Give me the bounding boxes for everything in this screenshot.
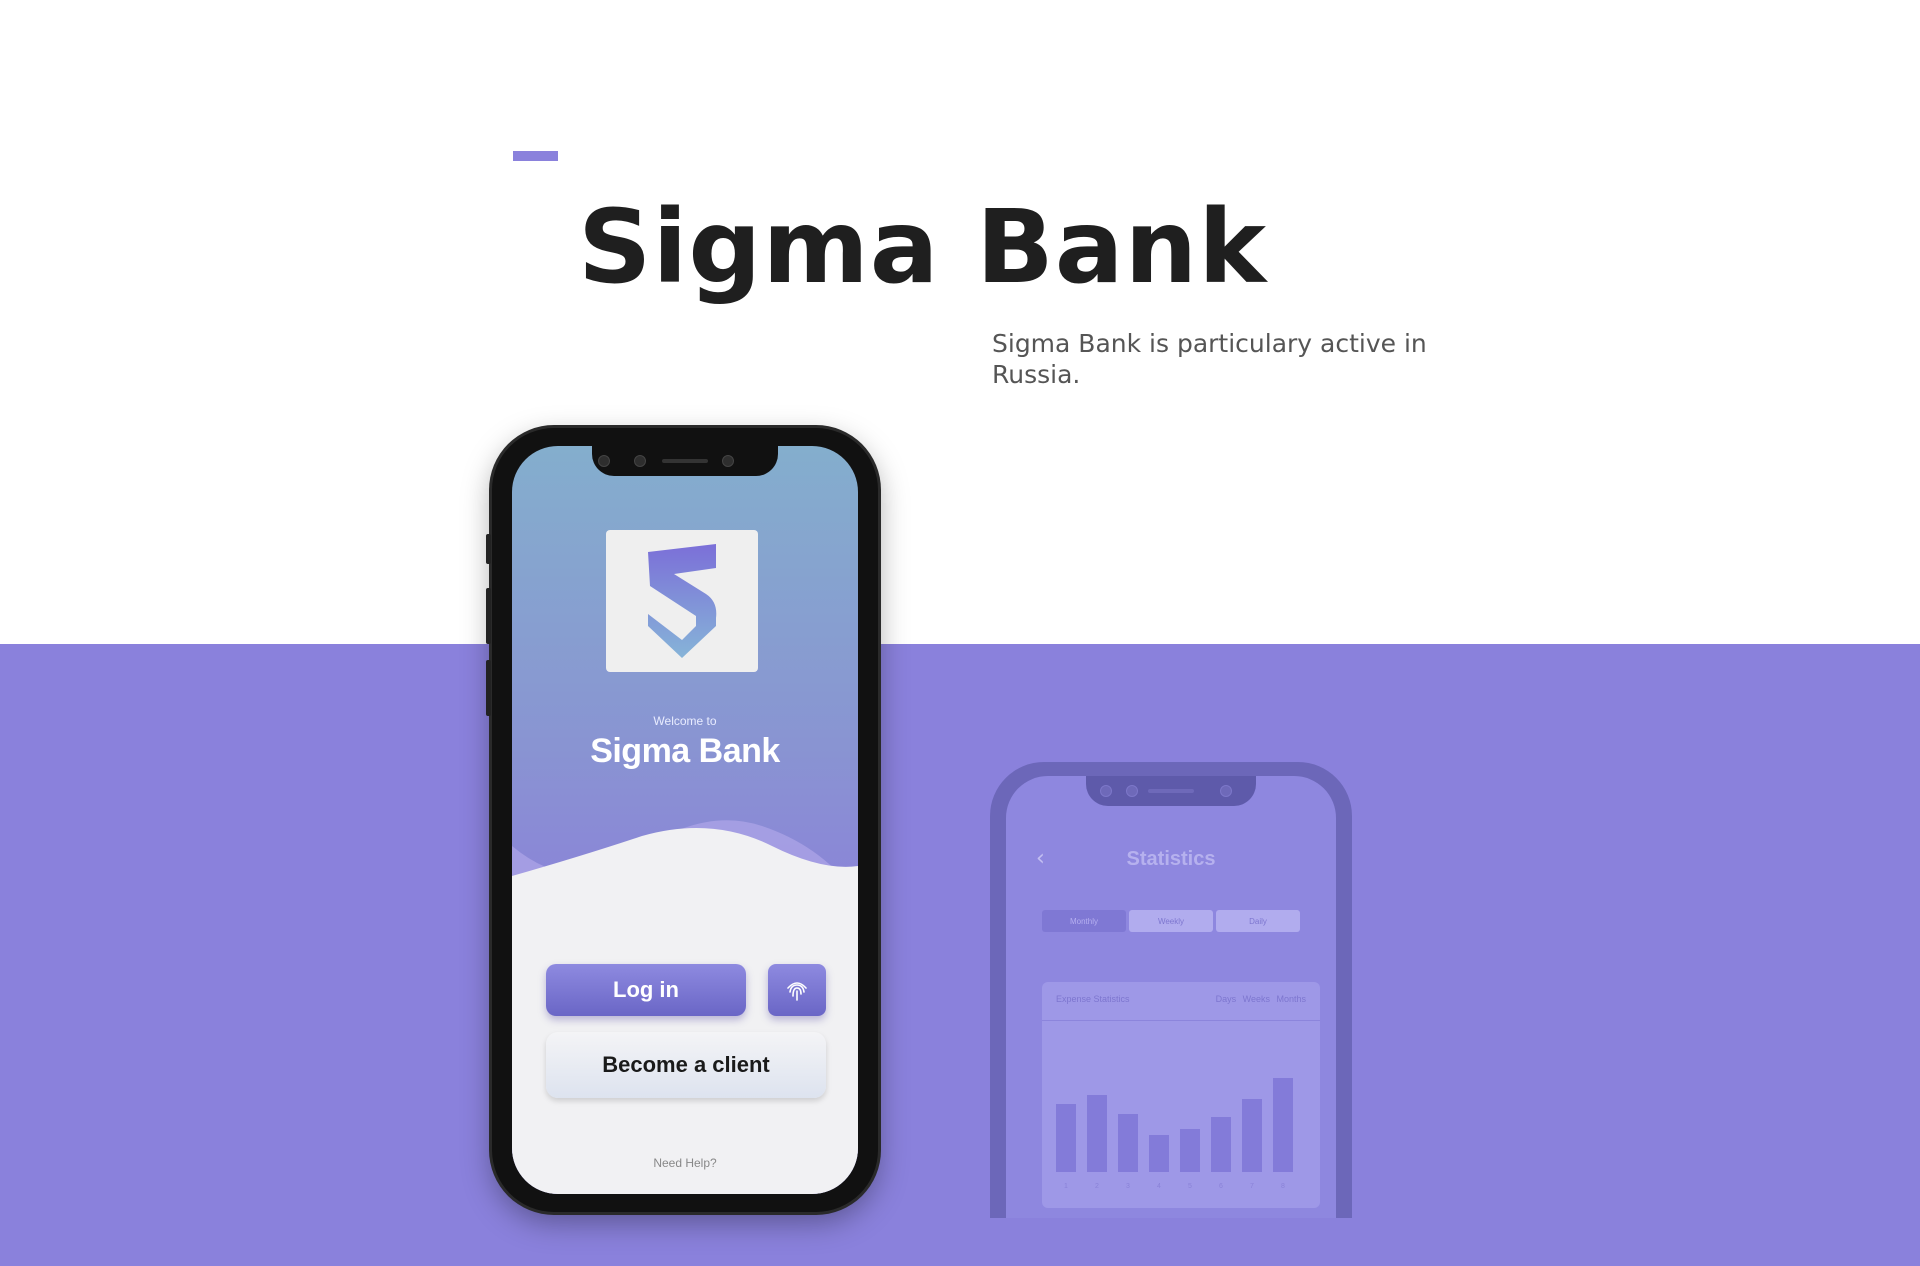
chart-tick-label: 5 (1188, 1183, 1192, 1190)
phone-side-button (486, 588, 491, 644)
expense-statistics-card: Expense Statistics Days Weeks Months 1 2 3… (1042, 982, 1320, 1208)
card-divider (1042, 1020, 1320, 1021)
become-client-button[interactable]: Become a client (546, 1032, 826, 1098)
tab-weekly[interactable]: Weekly (1129, 910, 1213, 932)
logo-tile (606, 530, 758, 672)
fingerprint-icon (787, 982, 807, 1001)
need-help-link[interactable]: Need Help? (512, 1156, 858, 1170)
login-button[interactable]: Log in (546, 964, 746, 1016)
sigma-shield-logo-icon (648, 544, 717, 658)
tab-monthly[interactable]: Monthly (1042, 910, 1126, 932)
fingerprint-button[interactable] (768, 964, 826, 1016)
card-title: Expense Statistics (1056, 994, 1130, 1004)
welcome-screen: Welcome to Sigma Bank Log in Become a cl… (512, 446, 858, 1194)
phone-side-button (486, 534, 491, 564)
chart-tick-label: 7 (1250, 1183, 1254, 1190)
chart-bar (1180, 1129, 1200, 1172)
phone-mockup-statistics: ‹ Statistics Monthly Weekly Daily Expens… (990, 762, 1352, 1218)
statistics-title: Statistics (1126, 848, 1216, 870)
chart-tick-label: 3 (1126, 1183, 1130, 1190)
welcome-label: Welcome to (653, 714, 717, 728)
chart-tick-label: 8 (1281, 1183, 1285, 1190)
chart-bar (1149, 1135, 1169, 1172)
app-title: Sigma Bank (590, 732, 780, 770)
tab-daily[interactable]: Daily (1216, 910, 1300, 932)
chart-tick-label: 2 (1095, 1183, 1099, 1190)
phone-mockup-welcome: Welcome to Sigma Bank Log in Become a cl… (486, 428, 878, 1212)
chart-bar (1273, 1078, 1293, 1172)
statistics-screen: ‹ Statistics Monthly Weekly Daily Expens… (1006, 776, 1336, 1218)
tagline: Sigma Bank is particulary active in Russ… (992, 329, 1427, 389)
purple-background-band (0, 644, 1920, 1266)
chart-bar (1211, 1117, 1231, 1172)
card-period-tabs[interactable]: Days Weeks Months (1216, 994, 1306, 1004)
phone-side-button (486, 660, 491, 716)
chart-bar (1056, 1104, 1076, 1172)
chart-tick-label: 6 (1219, 1183, 1223, 1190)
accent-bar (513, 151, 558, 161)
chart-tick-label: 1 (1064, 1183, 1068, 1190)
phone-notch (1086, 776, 1256, 806)
chart-bar (1242, 1099, 1262, 1172)
chart-bar (1118, 1114, 1138, 1172)
chart-bar (1087, 1095, 1107, 1172)
phone-notch (592, 446, 778, 476)
chart-tick-label: 4 (1157, 1183, 1161, 1190)
page-title: Sigma Bank (578, 188, 1268, 307)
